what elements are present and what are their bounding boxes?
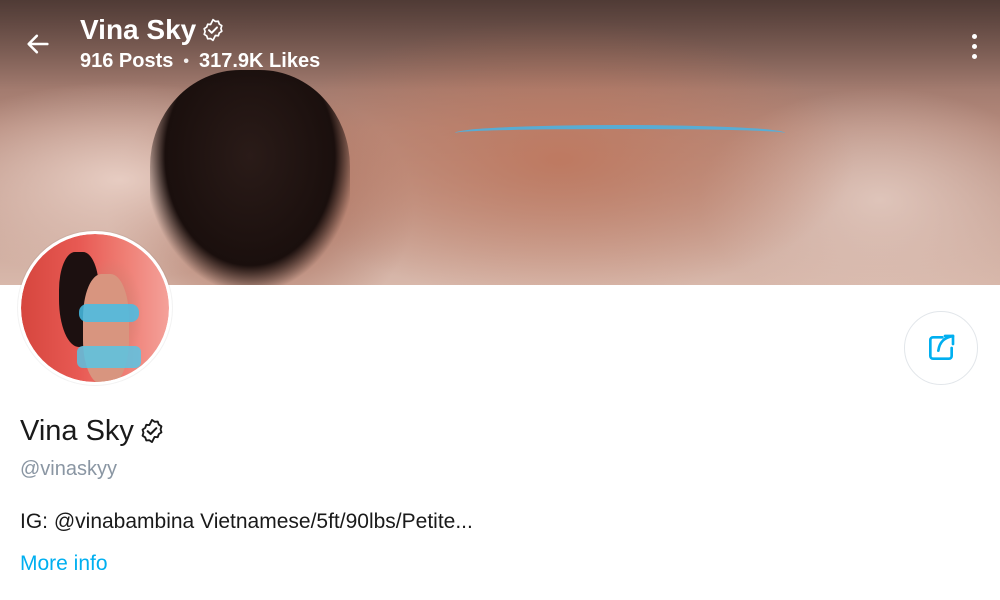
cover-photo-subject	[150, 70, 350, 285]
verified-badge-icon	[141, 418, 163, 444]
header-stats: 916 Posts • 317.9K Likes	[80, 50, 320, 73]
profile-name-row: Vina Sky	[20, 412, 166, 450]
more-options-button[interactable]	[966, 28, 982, 64]
share-icon	[929, 334, 955, 360]
profile-bio: IG: @vinabambina Vietnamese/5ft/90lbs/Pe…	[20, 510, 473, 533]
likes-count: 317.9K Likes	[199, 50, 321, 72]
more-vertical-icon	[971, 33, 977, 39]
header-name-row: Vina Sky	[80, 12, 320, 48]
share-button[interactable]	[904, 311, 978, 385]
avatar[interactable]	[18, 231, 172, 385]
posts-count: 916 Posts	[80, 50, 174, 72]
back-button[interactable]	[20, 26, 56, 62]
cover-photo-detail	[455, 125, 785, 141]
avatar-image	[21, 234, 169, 382]
profile-handle: @vinaskyy	[20, 458, 117, 480]
header-info: Vina Sky 916 Posts • 317.9K Likes	[80, 12, 320, 73]
verified-badge-icon	[203, 18, 223, 42]
stats-separator: •	[183, 52, 189, 70]
header-name: Vina Sky	[80, 14, 197, 45]
more-info-link[interactable]: More info	[20, 552, 108, 576]
profile-name: Vina Sky	[20, 415, 134, 447]
arrow-left-icon	[27, 34, 49, 54]
